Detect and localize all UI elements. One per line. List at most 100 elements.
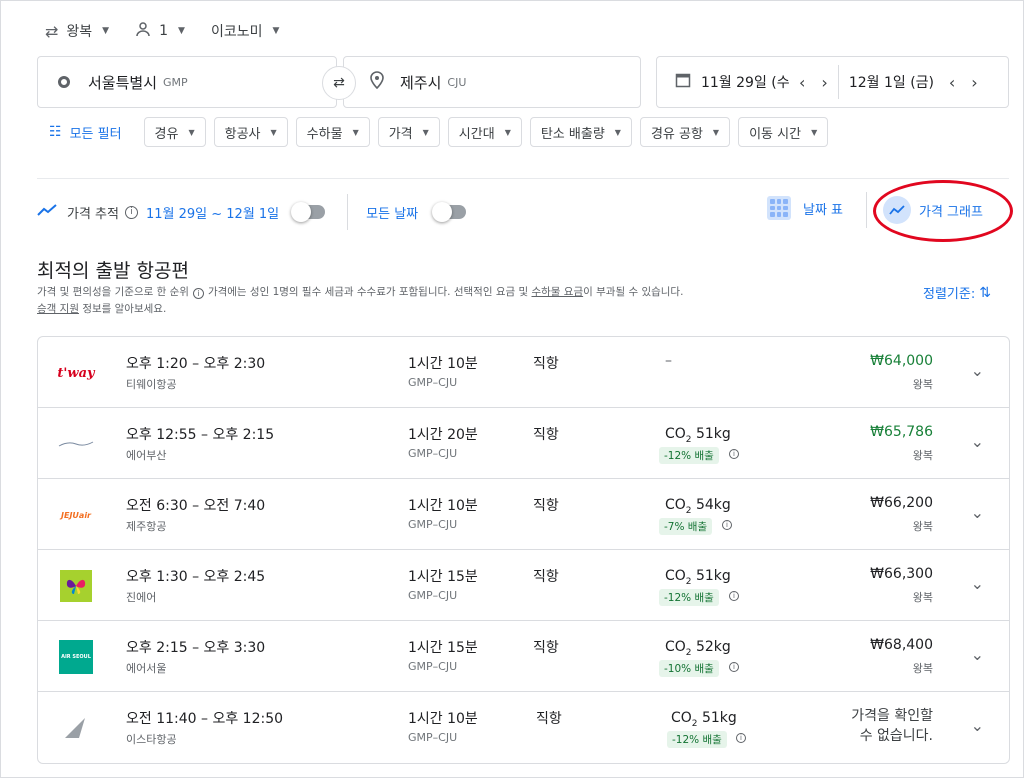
chevron-down-icon[interactable]: ⌄ bbox=[971, 432, 984, 451]
info-icon[interactable]: i bbox=[736, 733, 746, 743]
filter-chip-connecting-airports[interactable]: 경유 공항 ▼ bbox=[639, 117, 731, 147]
tune-icon: ☷ bbox=[49, 124, 62, 140]
flight-price: ₩65,786 bbox=[870, 424, 933, 440]
flight-price: ₩68,400 bbox=[870, 637, 933, 653]
date-grid-button[interactable]: 날짜 표 bbox=[767, 196, 843, 220]
sort-arrows-icon: ⇅ bbox=[979, 284, 991, 301]
airline-logo bbox=[58, 426, 94, 462]
date-divider bbox=[837, 65, 839, 99]
flight-row[interactable]: 오전 11:40 – 오후 12:50 이스타항공 1시간 10분 GMP–CJ… bbox=[38, 692, 1009, 763]
chevron-right-icon[interactable]: › bbox=[821, 73, 827, 92]
baggage-fees-link[interactable]: 수하물 요금 bbox=[531, 286, 583, 298]
info-icon[interactable]: i bbox=[722, 520, 732, 530]
destination-field[interactable]: 제주시 CJU bbox=[343, 56, 641, 108]
info-icon[interactable]: i bbox=[192, 288, 204, 299]
flight-times: 오전 6:30 – 오전 7:40 bbox=[126, 498, 266, 514]
caret-down-icon: ▼ bbox=[352, 127, 359, 137]
emissions-badge: -10% 배출 bbox=[659, 660, 719, 677]
filter-chip-price[interactable]: 가격 ▼ bbox=[377, 117, 440, 147]
all-dates-label: 모든 날짜 bbox=[366, 206, 419, 222]
cabin-select[interactable]: 이코노미 ▼ bbox=[211, 21, 279, 41]
swap-icon: ⇄ bbox=[333, 75, 345, 91]
chip-label: 경유 bbox=[154, 126, 179, 142]
depart-date-field[interactable]: 11월 29일 (수 ‹ › bbox=[657, 57, 836, 107]
origin-circle-icon bbox=[58, 76, 70, 88]
all-dates-toggle[interactable] bbox=[432, 202, 467, 222]
flight-row[interactable]: t'way 오후 1:20 – 오후 2:30 티웨이항공 1시간 10분 GM… bbox=[38, 337, 1009, 408]
sort-button[interactable]: 정렬기준: ⇅ bbox=[923, 283, 991, 303]
return-date: 12월 1일 (금) bbox=[848, 75, 934, 91]
flight-duration: 1시간 10분 bbox=[408, 711, 478, 727]
info-icon[interactable]: i bbox=[729, 449, 739, 459]
chevron-down-icon[interactable]: ⌄ bbox=[971, 361, 984, 380]
passengers-select[interactable]: 1 ▼ bbox=[135, 21, 185, 41]
flight-price: ₩64,000 bbox=[870, 353, 933, 369]
filter-chip-bags[interactable]: 수하물 ▼ bbox=[295, 117, 370, 147]
flight-route: GMP–CJU bbox=[408, 376, 458, 389]
chevron-down-icon[interactable]: ⌄ bbox=[971, 503, 984, 522]
trend-icon bbox=[37, 204, 57, 220]
airline-name: 진에어 bbox=[126, 591, 157, 604]
filter-chip-duration[interactable]: 이동 시간 ▼ bbox=[738, 117, 829, 147]
divider bbox=[866, 192, 867, 228]
co2-sub: 2 bbox=[691, 718, 698, 729]
airline-name: 에어부산 bbox=[126, 449, 167, 462]
toggle-knob bbox=[432, 202, 453, 222]
flight-stops: 직항 bbox=[533, 640, 559, 656]
flight-duration: 1시간 10분 bbox=[408, 356, 478, 372]
price-type: 왕복 bbox=[912, 378, 933, 391]
co2-prefix: CO bbox=[665, 426, 686, 442]
flight-price: ₩66,300 bbox=[870, 566, 933, 582]
flight-route: GMP–CJU bbox=[408, 518, 458, 531]
origin-field[interactable]: 서울특별시 GMP bbox=[37, 56, 337, 108]
chip-label: 이동 시간 bbox=[749, 126, 802, 142]
passengers-count: 1 bbox=[159, 23, 169, 39]
all-filters-button[interactable]: ☷ 모든 필터 bbox=[49, 123, 122, 142]
flight-stops: 직항 bbox=[533, 498, 559, 514]
sort-label: 정렬기준: bbox=[923, 287, 976, 302]
chevron-down-icon[interactable]: ⌄ bbox=[971, 574, 984, 593]
info-icon[interactable]: i bbox=[729, 591, 739, 601]
flight-times: 오후 1:20 – 오후 2:30 bbox=[126, 356, 266, 372]
co2-prefix: CO bbox=[665, 497, 686, 513]
co2-sub: 2 bbox=[685, 505, 692, 516]
swap-locations-button[interactable]: ⇄ bbox=[322, 66, 356, 100]
flight-row[interactable]: JEJUair 오전 6:30 – 오전 7:40 제주항공 1시간 10분 G… bbox=[38, 479, 1009, 550]
co2-prefix: CO bbox=[665, 639, 686, 655]
filter-chip-airlines[interactable]: 항공사 ▼ bbox=[213, 117, 288, 147]
airline-name: 에어서울 bbox=[126, 662, 167, 675]
trip-type-select[interactable]: ⇄ 왕복 ▼ bbox=[45, 21, 109, 41]
flight-row[interactable]: 오후 12:55 – 오후 2:15 에어부산 1시간 20분 GMP–CJU … bbox=[38, 408, 1009, 479]
chevron-right-icon[interactable]: › bbox=[971, 73, 977, 92]
filter-chip-times[interactable]: 시간대 ▼ bbox=[447, 117, 522, 147]
origin-code: GMP bbox=[163, 75, 188, 89]
emissions-badge: -12% 배출 bbox=[659, 589, 719, 606]
chevron-down-icon[interactable]: ⌄ bbox=[971, 716, 984, 735]
date-grid-label: 날짜 표 bbox=[803, 202, 844, 218]
emissions-badge: -7% 배출 bbox=[659, 518, 713, 535]
chip-label: 경유 공항 bbox=[650, 126, 703, 142]
airline-logo: AIR SEOUL bbox=[58, 639, 94, 675]
logo-wordmark: JEJUair bbox=[61, 510, 91, 520]
flight-price: ₩66,200 bbox=[870, 495, 933, 511]
chevron-left-icon[interactable]: ‹ bbox=[949, 73, 955, 92]
flight-duration: 1시간 10분 bbox=[408, 498, 478, 514]
filter-chip-stops[interactable]: 경유 ▼ bbox=[143, 117, 206, 147]
info-icon[interactable]: i bbox=[729, 662, 739, 672]
flight-row[interactable]: AIR SEOUL 오후 2:15 – 오후 3:30 에어서울 1시간 15분… bbox=[38, 621, 1009, 692]
emissions-value: CO2 54kg bbox=[665, 497, 731, 516]
caret-down-icon: ▼ bbox=[270, 127, 277, 137]
chevron-down-icon[interactable]: ⌄ bbox=[971, 645, 984, 664]
caret-down-icon: ▼ bbox=[188, 127, 195, 137]
price-tracking-toggle[interactable] bbox=[291, 202, 326, 222]
flight-route: GMP–CJU bbox=[408, 447, 458, 460]
emissions-value: CO2 51kg bbox=[665, 568, 731, 587]
info-icon[interactable]: i bbox=[124, 205, 138, 219]
passenger-assistance-link[interactable]: 승객 지원 bbox=[37, 303, 79, 315]
co2-amount: 51kg bbox=[695, 568, 731, 584]
emissions-badge: -12% 배출 bbox=[659, 447, 719, 464]
flight-row[interactable]: 오후 1:30 – 오후 2:45 진에어 1시간 15분 GMP–CJU 직항… bbox=[38, 550, 1009, 621]
return-date-field[interactable]: 12월 1일 (금) ‹ › bbox=[843, 57, 986, 107]
filter-chip-emissions[interactable]: 탄소 배출량 ▼ bbox=[529, 117, 632, 147]
chevron-left-icon[interactable]: ‹ bbox=[799, 73, 805, 92]
